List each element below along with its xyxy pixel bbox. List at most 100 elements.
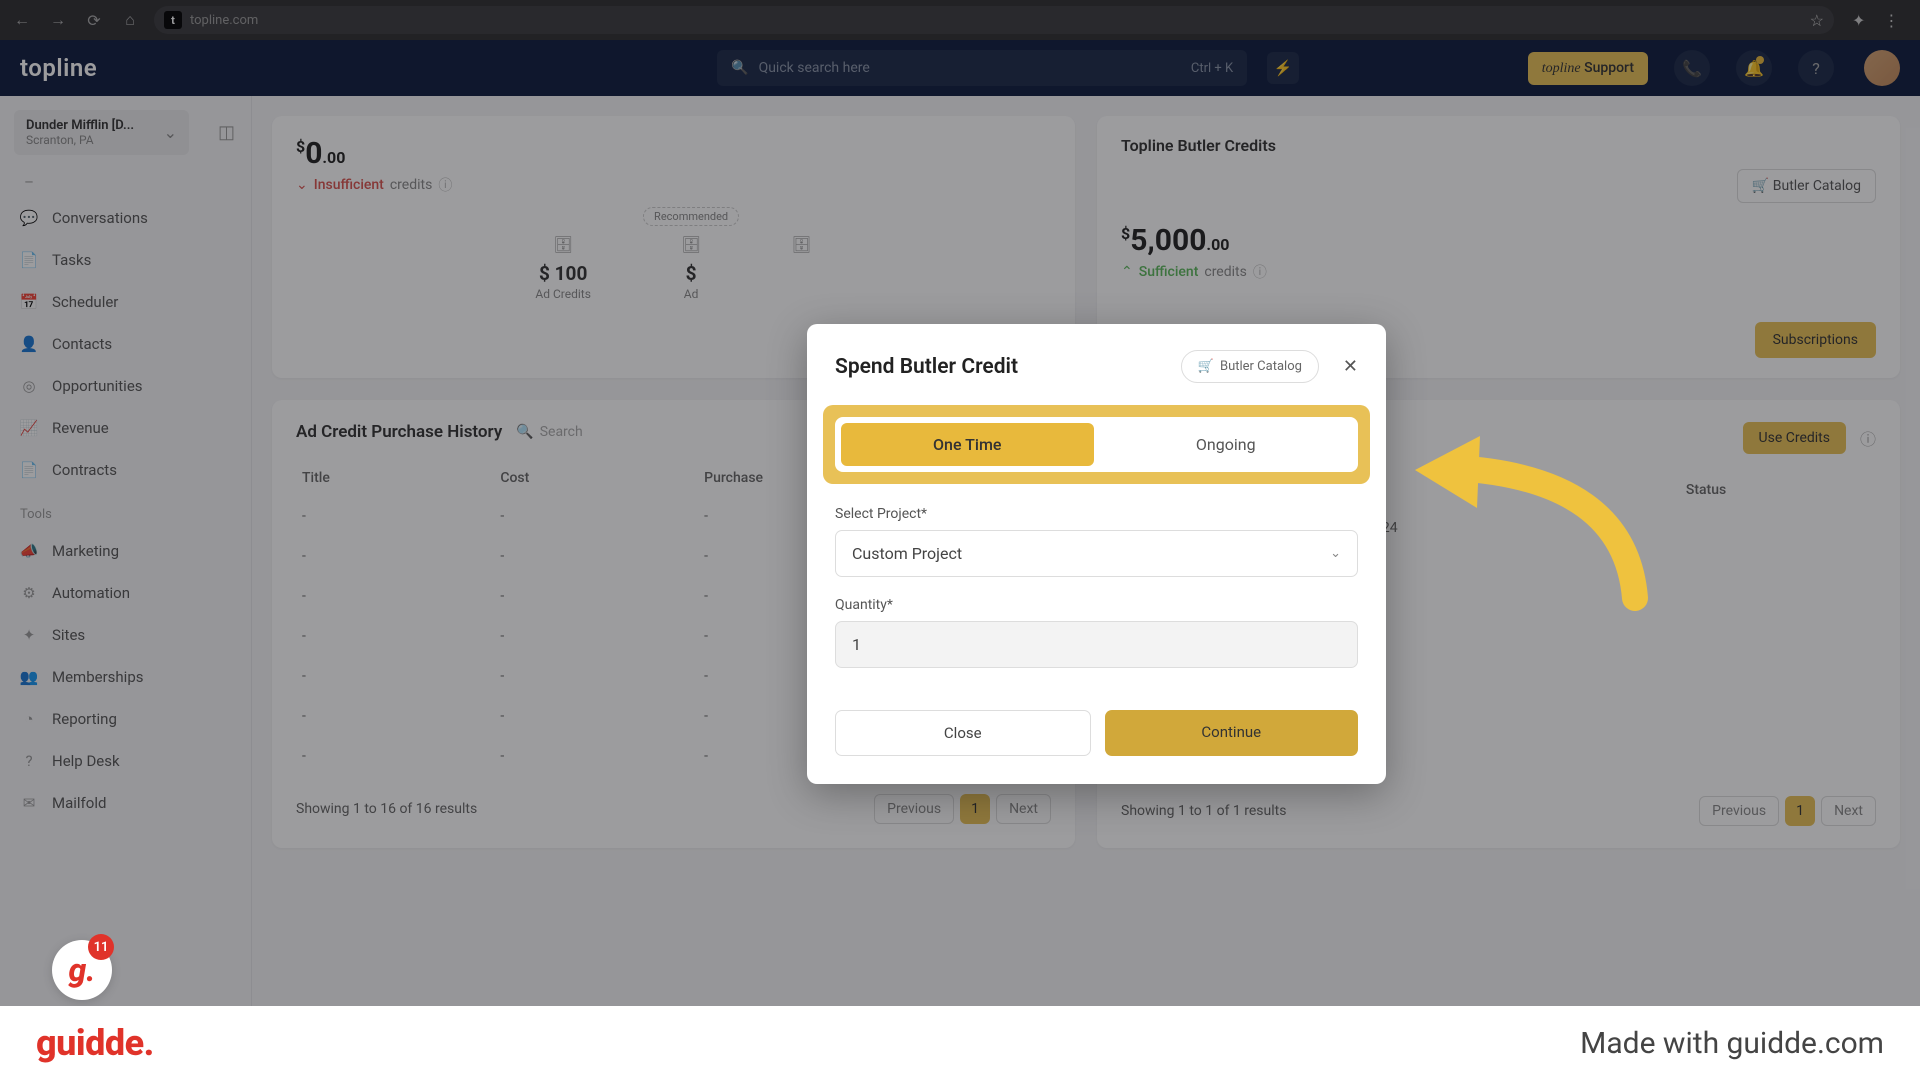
sidebar-item-tasks[interactable]: 📄Tasks	[0, 239, 251, 281]
info-icon[interactable]: ⓘ	[1860, 426, 1876, 450]
butler-catalog-button[interactable]: 🛒 Butler Catalog	[1737, 169, 1876, 203]
use-credits-button[interactable]: Use Credits	[1743, 422, 1846, 454]
nav-label: Contacts	[52, 335, 112, 353]
nav-label: Automation	[52, 584, 130, 602]
phone-icon[interactable]: 📞	[1674, 50, 1710, 86]
global-search[interactable]: 🔍 Quick search here Ctrl + K	[717, 50, 1247, 86]
modal-catalog-button[interactable]: 🛒 Butler Catalog	[1181, 350, 1319, 383]
info-icon[interactable]: ⓘ	[1253, 262, 1267, 282]
sidebar-item-reporting[interactable]: ◔Reporting	[0, 698, 251, 740]
bookmark-star-icon[interactable]: ☆	[1810, 11, 1824, 30]
sidebar-item-opportunities[interactable]: ◎Opportunities	[0, 365, 251, 407]
sidebar-item-sites[interactable]: ✦Sites	[0, 614, 251, 656]
sidebar-item-contracts[interactable]: 📄Contracts	[0, 449, 251, 491]
stack-icon: 🗄	[791, 235, 811, 254]
stack-icon: 🗄	[681, 235, 701, 254]
search-icon: 🔍	[731, 60, 748, 76]
tile-price: $	[681, 262, 701, 285]
pager-text: Showing 1 to 16 of 16 results	[296, 801, 477, 817]
sidebar-item-automation[interactable]: ⚙Automation	[0, 572, 251, 614]
next-button[interactable]: Next	[1821, 796, 1876, 826]
mail-icon: ✉	[20, 794, 38, 812]
quantity-label: Quantity*	[835, 597, 1358, 613]
lightning-icon[interactable]: ⚡	[1267, 52, 1299, 84]
tab-one-time[interactable]: One Time	[841, 423, 1094, 466]
workspace-switcher[interactable]: Dunder Mifflin [D... Scranton, PA ⌄	[14, 110, 189, 155]
search-ph: Search	[540, 424, 583, 440]
sidebar-item-memberships[interactable]: 👥Memberships	[0, 656, 251, 698]
status-insufficient: Insufficient	[314, 177, 384, 193]
subscriptions-button[interactable]: Subscriptions	[1755, 322, 1876, 358]
page-number[interactable]: 1	[1785, 796, 1815, 826]
chevron-down-icon: ⌄	[164, 123, 177, 142]
chevron-up-icon: ⌃	[1121, 264, 1133, 280]
chart-icon: 📈	[20, 419, 38, 437]
prev-button[interactable]: Previous	[874, 794, 954, 824]
nav-tools: 📣Marketing ⚙Automation ✦Sites 👥Membershi…	[0, 526, 251, 828]
butler-title: Topline Butler Credits	[1121, 136, 1876, 155]
continue-button[interactable]: Continue	[1105, 710, 1359, 756]
url-bar[interactable]: t topline.com ☆	[154, 6, 1834, 34]
logo: topline	[20, 54, 97, 82]
pager-text: Showing 1 to 1 of 1 results	[1121, 803, 1286, 819]
col-title: Title	[296, 460, 494, 496]
nav-item-truncated[interactable]: –	[0, 173, 251, 197]
target-icon: ◎	[20, 377, 38, 395]
page-number[interactable]: 1	[960, 794, 990, 824]
modal-title: Spend Butler Credit	[835, 355, 1167, 379]
project-select[interactable]: Custom Project ⌄	[835, 530, 1358, 577]
support-button[interactable]: topline topline SupportSupport	[1528, 52, 1648, 85]
ad-balance-cents: .00	[322, 148, 345, 167]
url-text: topline.com	[190, 13, 258, 28]
extensions-icon[interactable]: ✦	[1852, 11, 1865, 30]
back-icon[interactable]: ←	[10, 8, 34, 32]
catalog-label: Butler Catalog	[1220, 359, 1302, 374]
forward-icon[interactable]: →	[46, 8, 70, 32]
sidebar-collapse-icon[interactable]: ◫	[218, 122, 235, 143]
avatar[interactable]	[1864, 50, 1900, 86]
info-icon[interactable]: ⓘ	[438, 175, 452, 195]
prev-button[interactable]: Previous	[1699, 796, 1779, 826]
chat-icon: 💬	[20, 209, 38, 227]
close-icon[interactable]: ✕	[1343, 356, 1358, 377]
sidebar-item-helpdesk[interactable]: ?Help Desk	[0, 740, 251, 782]
tab-ongoing[interactable]: Ongoing	[1100, 423, 1353, 466]
sidebar-item-marketing[interactable]: 📣Marketing	[0, 530, 251, 572]
favicon-icon: t	[164, 11, 182, 29]
chevron-down-icon: ⌄	[1330, 546, 1341, 561]
sidebar-item-mailfold[interactable]: ✉ Mailfold	[0, 782, 251, 824]
close-button[interactable]: Close	[835, 710, 1091, 756]
credit-tile-rec[interactable]: Recommended 🗄 $ Ad	[681, 235, 701, 301]
home-icon[interactable]: ⌂	[118, 8, 142, 32]
next-button[interactable]: Next	[996, 794, 1051, 824]
quantity-input[interactable]	[835, 621, 1358, 668]
workspace-name: Dunder Mifflin [D...	[26, 118, 156, 133]
sidebar-item-revenue[interactable]: 📈Revenue	[0, 407, 251, 449]
credit-tile-100[interactable]: 🗄 $ 100 Ad Credits	[535, 235, 591, 301]
bell-icon[interactable]: 🔔	[1736, 50, 1772, 86]
sidebar-item-conversations[interactable]: 💬Conversations	[0, 197, 251, 239]
help-icon[interactable]: ?	[1798, 50, 1834, 86]
credit-tile-3[interactable]: 🗄	[791, 235, 811, 301]
col-cost: Cost	[494, 460, 698, 496]
browser-menu-icon[interactable]: ⋮	[1883, 11, 1899, 30]
guidde-footer: guidde. Made with guidde.com	[0, 1006, 1920, 1080]
catalog-label: Butler Catalog	[1773, 178, 1861, 194]
status-sufficient: Sufficient	[1139, 264, 1199, 280]
select-project-label: Select Project*	[835, 506, 1358, 522]
app-header: topline 🔍 Quick search here Ctrl + K ⚡ t…	[0, 40, 1920, 96]
person-icon: 👤	[20, 335, 38, 353]
nav-label: Memberships	[52, 668, 143, 686]
sidebar-item-scheduler[interactable]: 📅Scheduler	[0, 281, 251, 323]
workspace-location: Scranton, PA	[26, 133, 156, 147]
credits-label: credits	[390, 177, 432, 193]
sidebar-item-contacts[interactable]: 👤 Contacts	[0, 323, 251, 365]
guidde-wordmark: guidde.	[36, 1022, 154, 1064]
ad-pager: Showing 1 to 16 of 16 results Previous 1…	[296, 794, 1051, 824]
search-placeholder: Quick search here	[759, 60, 870, 76]
sidebar: Dunder Mifflin [D... Scranton, PA ⌄ – 💬C…	[0, 96, 252, 1080]
reload-icon[interactable]: ⟳	[82, 8, 106, 32]
nav-label: Tasks	[52, 251, 91, 269]
nav-label: Scheduler	[52, 293, 118, 311]
nav-label: Mailfold	[52, 794, 106, 812]
